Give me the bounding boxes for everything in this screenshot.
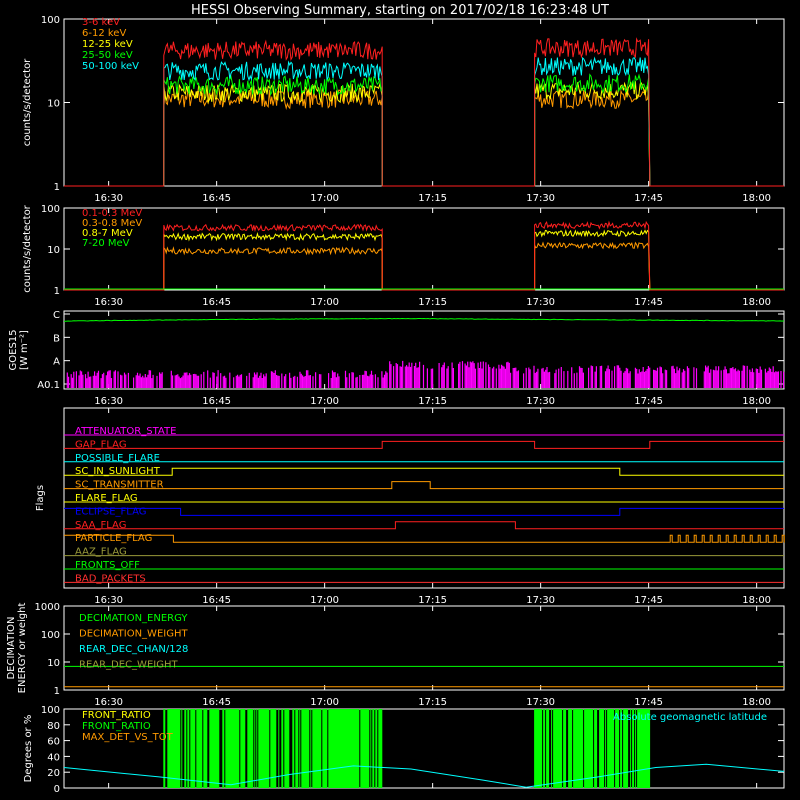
y-tick-label: 20 [47, 768, 60, 779]
y-tick-label: 100 [41, 705, 60, 716]
y-tick-label: 10 [47, 245, 60, 256]
flag-trace-particle-flag [64, 534, 785, 543]
legend-entry: DECIMATION_WEIGHT [79, 629, 188, 640]
y-axis-label: counts/s/detector [22, 58, 33, 146]
x-tick-label: 17:15 [418, 697, 447, 708]
x-tick-label: 16:30 [94, 396, 123, 407]
x-tick-label: 17:00 [310, 595, 339, 606]
x-tick-label: 17:30 [526, 697, 555, 708]
legend-entry: 6-12 keV [82, 28, 126, 39]
x-tick-label: 16:45 [202, 396, 231, 407]
legend-entry: 25-50 keV [82, 50, 133, 61]
y-tick-label: 100 [41, 630, 60, 641]
x-tick-label: 17:45 [634, 396, 663, 407]
x-tick-label: 17:45 [634, 595, 663, 606]
series-50-100-kev [64, 56, 784, 187]
y-axis-label: counts/s/detector [22, 204, 33, 292]
flag-trace-saa-flag [64, 521, 784, 530]
legend-entry: FRONT_RATIO [82, 721, 151, 732]
x-tick-label: 16:45 [202, 297, 231, 308]
y-tick-label: 60 [47, 737, 60, 748]
x-tick-label: 18:00 [742, 595, 771, 606]
series-front-ratio [163, 709, 651, 788]
y-tick-label: 40 [47, 752, 60, 763]
flag-trace-gap-flag [64, 440, 784, 449]
x-tick-label: 17:45 [634, 297, 663, 308]
legend-entry: 50-100 keV [82, 61, 139, 72]
y-axis-label: DECIMATION [6, 616, 17, 679]
series-3-6-kev [64, 37, 784, 187]
legend-entry: REAR_DEC_WEIGHT [79, 660, 178, 671]
y-tick-label: 1 [54, 286, 60, 297]
observing-summary-figure: HESSI Observing Summary, starting on 201… [6, 3, 785, 795]
x-tick-label: 17:30 [526, 396, 555, 407]
y-tick-label: 0 [54, 784, 60, 795]
x-tick-label: 17:30 [526, 297, 555, 308]
x-tick-label: 18:00 [742, 396, 771, 407]
x-tick-label: 18:00 [742, 697, 771, 708]
legend-entry: 12-25 keV [82, 39, 133, 50]
y-tick-label: C [53, 310, 60, 321]
legend-entry: MAX_DET_VS_TOT [82, 732, 174, 743]
series-6-12-kev [64, 88, 784, 187]
flag-trace-sc-in-sunlight [64, 467, 784, 476]
series-25-50-kev [64, 73, 784, 187]
legend-entry: REAR_DEC_CHAN/128 [79, 644, 188, 655]
series-0-8-7-mev [64, 228, 784, 291]
y-tick-label: 100 [41, 15, 60, 26]
series-goes-short [66, 360, 785, 388]
x-tick-label: 16:45 [202, 193, 231, 204]
x-tick-label: 18:00 [742, 297, 771, 308]
legend-entry: DECIMATION_ENERGY [79, 613, 188, 624]
x-tick-label: 17:00 [310, 193, 339, 204]
x-tick-label: 17:15 [418, 297, 447, 308]
series-goes-long [64, 317, 785, 322]
y-tick-label: A0.1 [37, 380, 60, 391]
flag-trace-eclipse-flag [64, 507, 784, 516]
x-tick-label: 16:45 [202, 697, 231, 708]
y-axis-label: Degrees or % [23, 715, 34, 783]
x-tick-label: 16:30 [94, 193, 123, 204]
x-tick-label: 17:00 [310, 297, 339, 308]
legend-entry: 7-20 MeV [82, 238, 130, 249]
y-tick-label: B [53, 333, 60, 344]
x-tick-label: 17:30 [526, 193, 555, 204]
y-tick-label: 10 [47, 99, 60, 110]
x-tick-label: 18:00 [742, 193, 771, 204]
y-axis-label-units: [W m⁻²] [19, 330, 30, 370]
y-axis-label: GOES15 [8, 329, 19, 370]
y-tick-label: 1 [54, 182, 60, 193]
x-tick-label: 16:30 [94, 595, 123, 606]
panel-1-frame [63, 18, 785, 187]
y-tick-label: 1000 [35, 602, 60, 613]
series-0-1-0-3-mev [64, 220, 784, 291]
legend-entry: FRONT_RATIO [82, 710, 151, 721]
y-tick-label: 1 [54, 686, 60, 697]
legend-entry: Absolute geomagnetic latitude [613, 712, 767, 723]
legend-entry: 3-6 keV [82, 17, 120, 28]
y-tick-label: 100 [41, 204, 60, 215]
x-tick-label: 17:15 [418, 193, 447, 204]
x-tick-label: 17:45 [634, 697, 663, 708]
y-tick-label: 80 [47, 721, 60, 732]
y-tick-label: A [53, 357, 60, 368]
x-tick-label: 16:30 [94, 297, 123, 308]
figure-title: HESSI Observing Summary, starting on 201… [191, 3, 609, 18]
y-axis-label: Flags [35, 485, 46, 511]
series-0-3-0-8-mev [64, 241, 784, 291]
x-tick-label: 16:45 [202, 595, 231, 606]
flag-trace-sc-transmitter [64, 481, 784, 490]
x-tick-label: 16:30 [94, 697, 123, 708]
x-tick-label: 17:15 [418, 595, 447, 606]
x-tick-label: 17:00 [310, 396, 339, 407]
panel-2-frame [63, 207, 785, 291]
x-tick-label: 17:30 [526, 595, 555, 606]
x-tick-label: 17:00 [310, 697, 339, 708]
x-tick-label: 17:45 [634, 193, 663, 204]
x-tick-label: 17:15 [418, 396, 447, 407]
y-tick-label: 10 [47, 658, 60, 669]
y-axis-label-2: ENERGY or weight [17, 603, 28, 694]
